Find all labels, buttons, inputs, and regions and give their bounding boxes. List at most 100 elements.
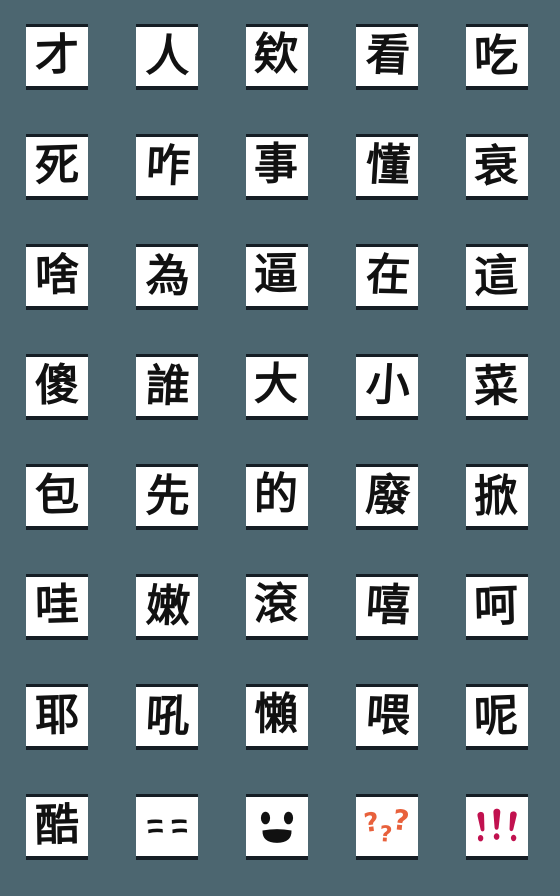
- sticker-tile-face[interactable]: 看: [356, 24, 418, 90]
- sticker-tile[interactable]: 滾: [246, 574, 308, 644]
- sticker-tile[interactable]: 衰: [466, 134, 528, 204]
- sticker-tile[interactable]: 吃: [466, 24, 528, 94]
- sticker-tile-face[interactable]: 啥: [26, 244, 88, 310]
- sticker-tile-face[interactable]: 掀: [466, 464, 528, 530]
- sticker-tile[interactable]: 的: [246, 464, 308, 534]
- sticker-tile-face[interactable]: ???: [356, 794, 418, 860]
- sticker-tile-face[interactable]: 酷: [26, 794, 88, 860]
- equals-eyes-face-icon: [136, 797, 198, 856]
- sticker-tile-face[interactable]: 誰: [136, 354, 198, 420]
- sticker-tile[interactable]: 懶: [246, 684, 308, 754]
- sticker-tile-face[interactable]: 嫩: [136, 574, 198, 640]
- sticker-tile[interactable]: 啥: [26, 244, 88, 314]
- sticker-tile-face[interactable]: 呵: [466, 574, 528, 640]
- sticker-tile[interactable]: 吼: [136, 684, 198, 754]
- sticker-tile[interactable]: 事: [246, 134, 308, 204]
- sticker-tile-face[interactable]: 吃: [466, 24, 528, 90]
- sticker-character: 在: [364, 248, 412, 302]
- sticker-tile[interactable]: 逼: [246, 244, 308, 314]
- sticker-tile-face[interactable]: 死: [26, 134, 88, 200]
- sticker-tile-face[interactable]: 欸: [246, 24, 308, 90]
- sticker-character: 事: [253, 138, 299, 190]
- sticker-tile[interactable]: 先: [136, 464, 198, 534]
- sticker-tile[interactable]: 呢: [466, 684, 528, 754]
- sticker-character: 嫩: [144, 580, 192, 632]
- sticker-tile[interactable]: 喂: [356, 684, 418, 754]
- sticker-tile[interactable]: 呵: [466, 574, 528, 644]
- sticker-tile-face[interactable]: 傻: [26, 354, 88, 420]
- sticker-tile-face[interactable]: 菜: [466, 354, 528, 420]
- sticker-character: 呵: [473, 579, 519, 633]
- sticker-character: 咋: [144, 140, 192, 192]
- sticker-tile[interactable]: 欸: [246, 24, 308, 94]
- sticker-character: 人: [144, 30, 192, 82]
- sticker-tile-face[interactable]: 為: [136, 244, 198, 310]
- sticker-tile-face[interactable]: 在: [356, 244, 418, 310]
- sticker-tile[interactable]: 酷: [26, 794, 88, 864]
- sticker-tile[interactable]: 傻: [26, 354, 88, 424]
- sticker-tile-face[interactable]: 懂: [356, 134, 418, 200]
- sticker-tile[interactable]: 死: [26, 134, 88, 204]
- sticker-tile[interactable]: 掀: [466, 464, 528, 534]
- sticker-tile[interactable]: 大: [246, 354, 308, 424]
- sticker-character: 廢: [364, 468, 412, 522]
- sticker-tile-face[interactable]: 衰: [466, 134, 528, 200]
- sticker-tile[interactable]: 誰: [136, 354, 198, 424]
- sticker-tile[interactable]: 哇: [26, 574, 88, 644]
- sticker-tile[interactable]: 嫩: [136, 574, 198, 644]
- sticker-character: 啥: [34, 248, 80, 302]
- sticker-tile-face[interactable]: [136, 794, 198, 860]
- sticker-character: 這: [473, 249, 519, 303]
- sticker-character: 傻: [34, 358, 80, 412]
- sticker-character: 才: [34, 28, 80, 82]
- sticker-tile[interactable]: 耶: [26, 684, 88, 754]
- sticker-tile[interactable]: 看: [356, 24, 418, 94]
- exclamation-marks-icon: [466, 797, 528, 856]
- sticker-tile[interactable]: 小: [356, 354, 418, 424]
- sticker-tile-face[interactable]: 呢: [466, 684, 528, 750]
- sticker-tile-face[interactable]: 事: [246, 134, 308, 200]
- sticker-tile-face[interactable]: 懶: [246, 684, 308, 750]
- sticker-tile[interactable]: ???: [356, 794, 418, 864]
- sticker-tile[interactable]: 在: [356, 244, 418, 314]
- sticker-tile-face[interactable]: 哇: [26, 574, 88, 640]
- sticker-tile-face[interactable]: 咋: [136, 134, 198, 200]
- sticker-character: 欸: [253, 28, 299, 80]
- sticker-tile-face[interactable]: 逼: [246, 244, 308, 310]
- sticker-tile[interactable]: 人: [136, 24, 198, 94]
- sticker-tile-face[interactable]: [246, 794, 308, 860]
- sticker-character: 呢: [473, 689, 519, 743]
- sticker-tile-face[interactable]: 嘻: [356, 574, 418, 640]
- sticker-tile[interactable]: 包: [26, 464, 88, 534]
- sticker-tile[interactable]: 為: [136, 244, 198, 314]
- sticker-tile-face[interactable]: 才: [26, 24, 88, 90]
- sticker-tile-face[interactable]: 耶: [26, 684, 88, 750]
- sticker-character: 大: [253, 358, 299, 410]
- sticker-tile-face[interactable]: 先: [136, 464, 198, 530]
- sticker-tile-face[interactable]: 人: [136, 24, 198, 90]
- sticker-tile-face[interactable]: 這: [466, 244, 528, 310]
- sticker-tile-face[interactable]: 小: [356, 354, 418, 420]
- sticker-tile-face[interactable]: [466, 794, 528, 860]
- sticker-tile[interactable]: 咋: [136, 134, 198, 204]
- sticker-tile-face[interactable]: 喂: [356, 684, 418, 750]
- sticker-character: 看: [364, 28, 412, 82]
- sticker-tile-face[interactable]: 的: [246, 464, 308, 530]
- smiley-face-icon: [246, 797, 308, 856]
- sticker-tile[interactable]: 廢: [356, 464, 418, 534]
- sticker-character: 包: [34, 468, 80, 522]
- sticker-tile-face[interactable]: 包: [26, 464, 88, 530]
- sticker-grid: 才 人 欸 看 吃死 咋 事 懂 衰啥 為 逼 在 這傻 誰 大 小 菜包 先 的 廢 掀哇 嫩 滾 嘻 呵耶 吼 懶 喂 呢酷???: [0, 0, 560, 896]
- sticker-tile-face[interactable]: 廢: [356, 464, 418, 530]
- sticker-tile[interactable]: [136, 794, 198, 864]
- sticker-tile-face[interactable]: 大: [246, 354, 308, 420]
- sticker-tile[interactable]: 嘻: [356, 574, 418, 644]
- sticker-tile[interactable]: 菜: [466, 354, 528, 424]
- sticker-tile[interactable]: 這: [466, 244, 528, 314]
- sticker-tile[interactable]: 才: [26, 24, 88, 94]
- sticker-tile[interactable]: [246, 794, 308, 864]
- sticker-tile-face[interactable]: 吼: [136, 684, 198, 750]
- sticker-tile[interactable]: [466, 794, 528, 864]
- sticker-tile-face[interactable]: 滾: [246, 574, 308, 640]
- sticker-tile[interactable]: 懂: [356, 134, 418, 204]
